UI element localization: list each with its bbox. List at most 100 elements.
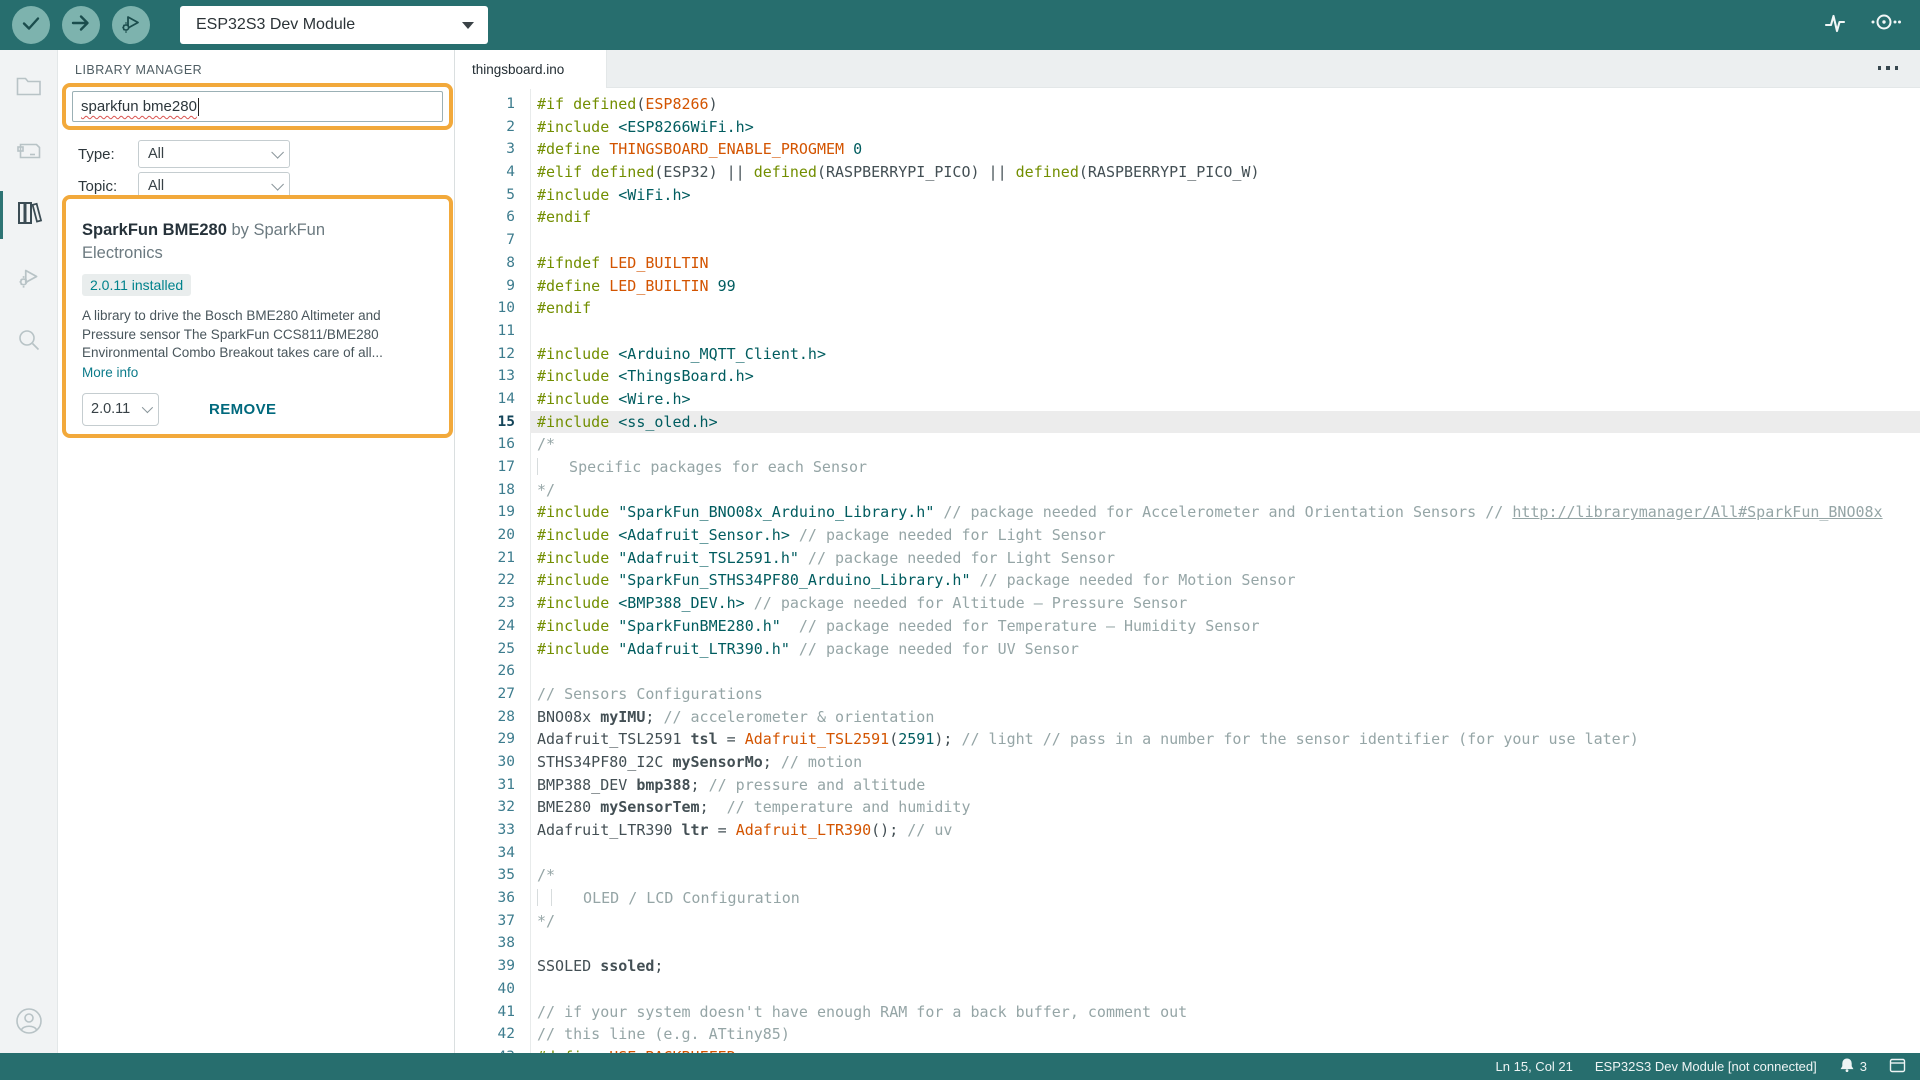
installed-badge: 2.0.11 installed — [82, 274, 191, 296]
code-line[interactable]: 31BMP388_DEV bmp388; // pressure and alt… — [455, 774, 1920, 797]
serial-monitor-icon[interactable] — [1868, 8, 1902, 43]
debug-icon — [119, 11, 143, 40]
line-number: 31 — [455, 774, 515, 797]
code-line[interactable]: 26 — [455, 660, 1920, 683]
code-line[interactable]: 5#include <WiFi.h> — [455, 184, 1920, 207]
code-line[interactable]: 30STHS34PF80_I2C mySensorMo; // motion — [455, 751, 1920, 774]
sidebar-item-sketchbook[interactable] — [0, 64, 58, 112]
search-icon — [16, 327, 42, 358]
code-line[interactable]: 42// this line (e.g. ATtiny85) — [455, 1023, 1920, 1046]
code-line[interactable]: 35/* — [455, 864, 1920, 887]
code-line[interactable]: 7 — [455, 229, 1920, 252]
code-line[interactable]: 9#define LED_BUILTIN 99 — [455, 275, 1920, 298]
line-number: 7 — [455, 229, 515, 252]
code-line[interactable]: 38 — [455, 932, 1920, 955]
code-line[interactable]: 40 — [455, 978, 1920, 1001]
line-number: 37 — [455, 910, 515, 933]
type-select-value: All — [148, 146, 164, 162]
code-line[interactable]: 8#ifndef LED_BUILTIN — [455, 252, 1920, 275]
code-line[interactable]: 3#define THINGSBOARD_ENABLE_PROGMEM 0 — [455, 138, 1920, 161]
remove-button[interactable]: REMOVE — [209, 401, 276, 418]
board-selector-dropdown[interactable]: ESP32S3 Dev Module — [180, 6, 488, 44]
more-actions-icon[interactable] — [1878, 66, 1899, 70]
code-line[interactable]: 1#if defined(ESP8266) — [455, 93, 1920, 116]
sidebar-item-boards-manager[interactable] — [0, 129, 58, 177]
code-line[interactable]: 37*/ — [455, 910, 1920, 933]
code-line[interactable]: 11 — [455, 320, 1920, 343]
code-line[interactable]: 2#include <ESP8266WiFi.h> — [455, 116, 1920, 139]
verify-button[interactable] — [12, 6, 50, 44]
version-select-value: 2.0.11 — [91, 401, 130, 417]
upload-arrow-icon — [70, 12, 92, 39]
code-line[interactable]: 12#include <Arduino_MQTT_Client.h> — [455, 343, 1920, 366]
library-card-title: SparkFun BME280 by SparkFun Electronics — [82, 219, 392, 265]
sketchbook-folder-icon — [15, 74, 43, 103]
code-line[interactable]: 33Adafruit_LTR390 ltr = Adafruit_LTR390(… — [455, 819, 1920, 842]
line-number: 13 — [455, 365, 515, 388]
code-line[interactable]: 29Adafruit_TSL2591 tsl = Adafruit_TSL259… — [455, 728, 1920, 751]
code-line[interactable]: 17 Specific packages for each Sensor — [455, 456, 1920, 479]
code-line[interactable]: 24#include "SparkFunBME280.h" // package… — [455, 615, 1920, 638]
code-line[interactable]: 23#include <BMP388_DEV.h> // package nee… — [455, 592, 1920, 615]
line-number: 34 — [455, 842, 515, 865]
code-line[interactable]: 27// Sensors Configurations — [455, 683, 1920, 706]
code-line[interactable]: 15#include <ss_oled.h> — [455, 411, 1920, 434]
upload-button[interactable] — [62, 6, 100, 44]
line-number: 30 — [455, 751, 515, 774]
library-card: SparkFun BME280 by SparkFun Electronics … — [62, 195, 453, 438]
line-number: 15 — [455, 411, 515, 434]
line-number: 20 — [455, 524, 515, 547]
code-line[interactable]: 28BNO08x myIMU; // accelerometer & orien… — [455, 706, 1920, 729]
sidebar-item-search[interactable] — [0, 318, 58, 366]
editor-tabbar: thingsboard.ino — [455, 50, 1920, 88]
code-line[interactable]: 34 — [455, 842, 1920, 865]
line-number: 40 — [455, 978, 515, 1001]
code-line[interactable]: 21#include "Adafruit_TSL2591.h" // packa… — [455, 547, 1920, 570]
indent-guide — [537, 889, 551, 906]
more-info-link[interactable]: More info — [82, 365, 433, 380]
code-line[interactable]: 19#include "SparkFun_BNO08x_Arduino_Libr… — [455, 501, 1920, 524]
type-filter-row: Type: All — [78, 140, 290, 168]
line-number: 26 — [455, 660, 515, 683]
line-number: 29 — [455, 728, 515, 751]
topic-label: Topic: — [78, 178, 138, 195]
version-select[interactable]: 2.0.11 — [82, 393, 159, 426]
code-editor[interactable]: 1#if defined(ESP8266)2#include <ESP8266W… — [455, 89, 1920, 1053]
library-description: A library to drive the Bosch BME280 Alti… — [82, 307, 434, 363]
notification-count: 3 — [1860, 1059, 1867, 1074]
line-number: 10 — [455, 297, 515, 320]
tab-thingsboard-ino[interactable]: thingsboard.ino — [455, 50, 607, 88]
toggle-panel-icon[interactable] — [1889, 1058, 1906, 1076]
code-line[interactable]: 13#include <ThingsBoard.h> — [455, 365, 1920, 388]
sidebar-item-debug[interactable] — [0, 255, 58, 303]
debug-button[interactable] — [112, 6, 150, 44]
code-line[interactable]: 10#endif — [455, 297, 1920, 320]
code-line[interactable]: 41// if your system doesn't have enough … — [455, 1001, 1920, 1024]
line-number: 3 — [455, 138, 515, 161]
line-number: 16 — [455, 433, 515, 456]
code-line[interactable]: 22#include "SparkFun_STHS34PF80_Arduino_… — [455, 569, 1920, 592]
code-line[interactable]: 6#endif — [455, 206, 1920, 229]
line-number: 17 — [455, 456, 515, 479]
sidebar-item-account[interactable] — [0, 1001, 58, 1045]
code-line[interactable]: 32BME280 mySensorTem; // temperature and… — [455, 796, 1920, 819]
code-line[interactable]: 14#include <Wire.h> — [455, 388, 1920, 411]
code-line[interactable]: 25#include "Adafruit_LTR390.h" // packag… — [455, 638, 1920, 661]
sidebar-item-library-manager[interactable] — [0, 191, 58, 239]
code-line[interactable]: 43#define USE_BACKBUFFER — [455, 1046, 1920, 1053]
code-line[interactable]: 16/* — [455, 433, 1920, 456]
cursor-position[interactable]: Ln 15, Col 21 — [1496, 1059, 1573, 1074]
code-line[interactable]: 20#include <Adafruit_Sensor.h> // packag… — [455, 524, 1920, 547]
library-name: SparkFun BME280 — [82, 221, 227, 239]
notifications[interactable]: 3 — [1839, 1057, 1867, 1076]
code-line[interactable]: 4#elif defined(ESP32) || defined(RASPBER… — [455, 161, 1920, 184]
type-label: Type: — [78, 146, 138, 163]
board-connection-status[interactable]: ESP32S3 Dev Module [not connected] — [1595, 1059, 1817, 1074]
serial-plotter-icon[interactable] — [1820, 8, 1850, 43]
type-select[interactable]: All — [138, 140, 290, 168]
code-line[interactable]: 39SSOLED ssoled; — [455, 955, 1920, 978]
library-search-input[interactable]: sparkfun bme280 — [72, 91, 443, 122]
boards-manager-icon — [15, 139, 43, 168]
code-line[interactable]: 18*/ — [455, 479, 1920, 502]
code-line[interactable]: 36 OLED / LCD Configuration — [455, 887, 1920, 910]
